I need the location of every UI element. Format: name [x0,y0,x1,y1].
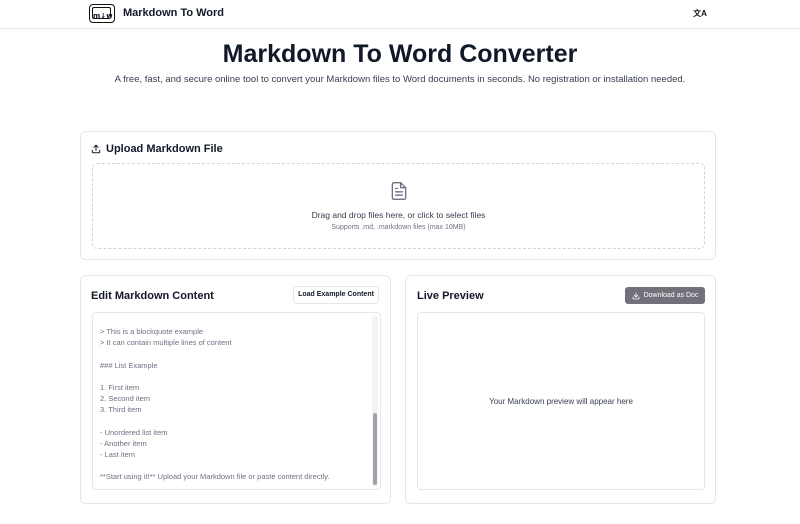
markdown-editor[interactable]: > This is a blockquote example > It can c… [92,312,381,490]
file-dropzone[interactable]: Drag and drop files here, or click to se… [92,163,705,249]
editor-line: **Start using it!** Upload your Markdown… [100,472,330,482]
dropzone-text: Drag and drop files here, or click to se… [311,210,486,220]
editor-line: - Unordered list item [100,427,168,437]
editor-scrollbar-thumb[interactable] [373,413,377,485]
editor-line: 3. Third item [100,405,142,415]
editor-line: > It can contain multiple lines of conte… [100,338,232,348]
upload-icon [91,144,101,154]
download-icon [632,292,639,299]
editor-content[interactable]: > This is a blockquote example > It can c… [100,326,370,483]
page-subtitle: A free, fast, and secure online tool to … [114,74,686,85]
dropzone-hint: Supports .md, .markdown files (max 10MB) [331,224,466,231]
logo-text: m↓w [93,12,113,20]
language-icon[interactable]: 文A [693,8,707,20]
upload-card: Upload Markdown File Drag and drop files… [80,131,716,260]
upload-heading: Upload Markdown File [91,143,223,155]
file-text-icon [391,182,407,200]
page-title: Markdown To Word Converter [222,40,578,68]
download-button-label: Download as Doc [643,292,699,299]
preview-card: Live Preview Download as Doc Your Markdo… [405,275,716,504]
editor-line: 2. Second item [100,394,151,404]
editor-line: - Another item [100,438,147,448]
upload-heading-text: Upload Markdown File [106,143,223,155]
top-navbar: m↓w Markdown To Word 文A [0,0,800,29]
download-doc-button[interactable]: Download as Doc [625,287,705,304]
logo-frame: m↓w [92,7,113,20]
editor-card: Edit Markdown Content Load Example Conte… [80,275,391,504]
editor-line: 1. First item [100,382,140,392]
editor-line: > This is a blockquote example [100,327,204,336]
load-example-button[interactable]: Load Example Content [293,286,379,304]
editor-heading: Edit Markdown Content [91,290,214,302]
editor-line: - Last item [100,450,136,460]
preview-area: Your Markdown preview will appear here [417,312,705,490]
editor-line: ### List Example [100,360,158,370]
preview-empty-text: Your Markdown preview will appear here [489,397,633,406]
brand-name[interactable]: Markdown To Word [123,7,224,19]
preview-heading: Live Preview [417,290,484,302]
logo[interactable]: m↓w [89,4,115,23]
